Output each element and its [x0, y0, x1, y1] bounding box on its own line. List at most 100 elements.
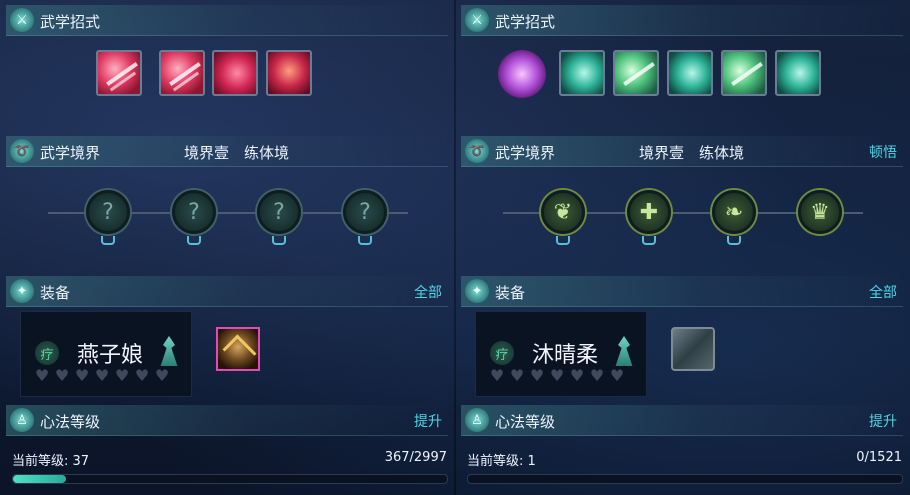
current-level-text: 当前等级: 1: [467, 454, 536, 469]
node-tab: [727, 236, 741, 245]
skill-double-slash-icon[interactable]: [159, 50, 205, 96]
mind-level-title: 心法等级: [40, 413, 101, 431]
realm-stage: 境界壹: [184, 144, 230, 162]
sword-node-icon[interactable]: ✚: [627, 190, 671, 234]
equipment-title: 装备: [495, 284, 526, 302]
right-character-panel: ⚔ 武学招式 ➰ 武学境界 境界壹 练体境 顿悟 ❦ ✚ ❧ ♛ ✦ 装备 全部…: [455, 0, 910, 495]
heart-icon: ♥: [509, 366, 525, 385]
locked-node-icon[interactable]: ?: [257, 190, 301, 234]
swirl-icon: ➰: [10, 139, 34, 163]
affinity-hearts: ♥ ♥ ♥ ♥ ♥ ♥ ♥: [33, 368, 171, 384]
heart-icon: ♥: [549, 366, 565, 385]
heart-icon: ♥: [154, 366, 170, 385]
sword-icon: ⚔: [465, 8, 489, 32]
node-tab: [642, 236, 656, 245]
skill-slash-icon[interactable]: [96, 50, 142, 96]
healer-role-icon: 疗: [490, 341, 514, 365]
heart-icon: ♥: [609, 366, 625, 385]
heart-icon: ♥: [54, 366, 70, 385]
leaf-node-icon[interactable]: ❦: [541, 190, 585, 234]
martial-arts-compare-screen: ⚔ 武学招式 ➰ 武学境界 境界壹 练体境 ? ? ? ? ✦ 装备 全部 疗 …: [0, 0, 910, 495]
locked-node-icon[interactable]: ?: [86, 190, 130, 234]
realm-stage-name: 练体境: [699, 144, 745, 162]
heart-icon: ♥: [569, 366, 585, 385]
equipment-header: ✦ 装备 全部: [461, 276, 903, 307]
exp-progress-text: 367/2997: [384, 450, 447, 465]
upgrade-link[interactable]: 提升: [869, 411, 897, 431]
realm-title: 武学境界: [40, 144, 101, 162]
skill-spirit-figure-icon[interactable]: [498, 50, 546, 98]
skill-leaf-dance-icon[interactable]: [559, 50, 605, 96]
character-card[interactable]: 疗 沐晴柔 ♥ ♥ ♥ ♥ ♥ ♥ ♥: [475, 311, 647, 397]
node-tab: [556, 236, 570, 245]
equipment-slot-empty[interactable]: [671, 327, 715, 371]
heart-icon: ♥: [529, 366, 545, 385]
realm-node-track: ❦ ✚ ❧ ♛: [455, 190, 910, 250]
healer-role-icon: 疗: [35, 341, 59, 365]
realm-stage: 境界壹: [639, 144, 685, 162]
swirl-icon: ➰: [465, 139, 489, 163]
equipment-header: ✦ 装备 全部: [6, 276, 448, 307]
mind-level-title: 心法等级: [495, 413, 556, 431]
sword-icon: ⚔: [10, 8, 34, 32]
mind-level-header: ♙ 心法等级 提升: [461, 405, 903, 436]
node-tab: [101, 236, 115, 245]
pawn-icon: [160, 336, 178, 366]
heart-icon: ♥: [34, 366, 50, 385]
armor-icon: ✦: [465, 279, 489, 303]
exp-progress-text: 0/1521: [856, 450, 902, 465]
armor-icon: ✦: [10, 279, 34, 303]
node-tab: [187, 236, 201, 245]
martial-moves-title: 武学招式: [495, 13, 556, 31]
character-card[interactable]: 疗 燕子娘 ♥ ♥ ♥ ♥ ♥ ♥ ♥: [20, 311, 192, 397]
character-name: 燕子娘: [77, 343, 144, 368]
current-level-text: 当前等级: 37: [12, 454, 90, 469]
realm-header: ➰ 武学境界 境界壹 练体境: [6, 136, 448, 167]
skill-assassin-icon[interactable]: [266, 50, 312, 96]
realm-node-track: ? ? ? ?: [0, 190, 455, 250]
node-tab: [358, 236, 372, 245]
exp-progress-bar: [12, 474, 448, 484]
sprout-node-icon[interactable]: ❧: [712, 190, 756, 234]
equipment-title: 装备: [40, 284, 71, 302]
mind-level-header: ♙ 心法等级 提升: [6, 405, 448, 436]
exp-progress-fill: [13, 475, 67, 483]
skill-dragon-icon[interactable]: [775, 50, 821, 96]
realm-header: ➰ 武学境界 境界壹 练体境 顿悟: [461, 136, 903, 167]
skill-green-slash-icon[interactable]: [613, 50, 659, 96]
heart-icon: ♥: [134, 366, 150, 385]
figure-icon: ♙: [10, 408, 34, 432]
equipment-slot-armor[interactable]: [216, 327, 260, 371]
comprehend-link[interactable]: 顿悟: [869, 142, 897, 162]
realm-stage-name: 练体境: [244, 144, 290, 162]
heart-icon: ♥: [114, 366, 130, 385]
heart-icon: ♥: [94, 366, 110, 385]
skill-vortex-icon[interactable]: [667, 50, 713, 96]
left-character-panel: ⚔ 武学招式 ➰ 武学境界 境界壹 练体境 ? ? ? ? ✦ 装备 全部 疗 …: [0, 0, 455, 495]
role-glyph: 疗: [40, 347, 54, 363]
figure-icon: ♙: [465, 408, 489, 432]
pawn-icon: [615, 336, 633, 366]
gold-chevron-icon: [222, 334, 257, 369]
exp-progress-bar: [467, 474, 903, 484]
heart-icon: ♥: [489, 366, 505, 385]
heart-icon: ♥: [589, 366, 605, 385]
all-equipment-link[interactable]: 全部: [414, 282, 442, 302]
martial-moves-title: 武学招式: [40, 13, 101, 31]
skill-list: [455, 50, 910, 100]
character-name: 沐晴柔: [532, 343, 599, 368]
locked-node-icon[interactable]: ?: [172, 190, 216, 234]
skill-rose-icon[interactable]: [212, 50, 258, 96]
crown-node-icon[interactable]: ♛: [798, 190, 842, 234]
heart-icon: ♥: [74, 366, 90, 385]
affinity-hearts: ♥ ♥ ♥ ♥ ♥ ♥ ♥: [488, 368, 626, 384]
skill-list: [0, 50, 455, 100]
all-equipment-link[interactable]: 全部: [869, 282, 897, 302]
martial-moves-header: ⚔ 武学招式: [6, 5, 448, 36]
upgrade-link[interactable]: 提升: [414, 411, 442, 431]
node-tab: [272, 236, 286, 245]
skill-wind-blade-icon[interactable]: [721, 50, 767, 96]
locked-node-icon[interactable]: ?: [343, 190, 387, 234]
role-glyph: 疗: [495, 347, 509, 363]
realm-title: 武学境界: [495, 144, 556, 162]
